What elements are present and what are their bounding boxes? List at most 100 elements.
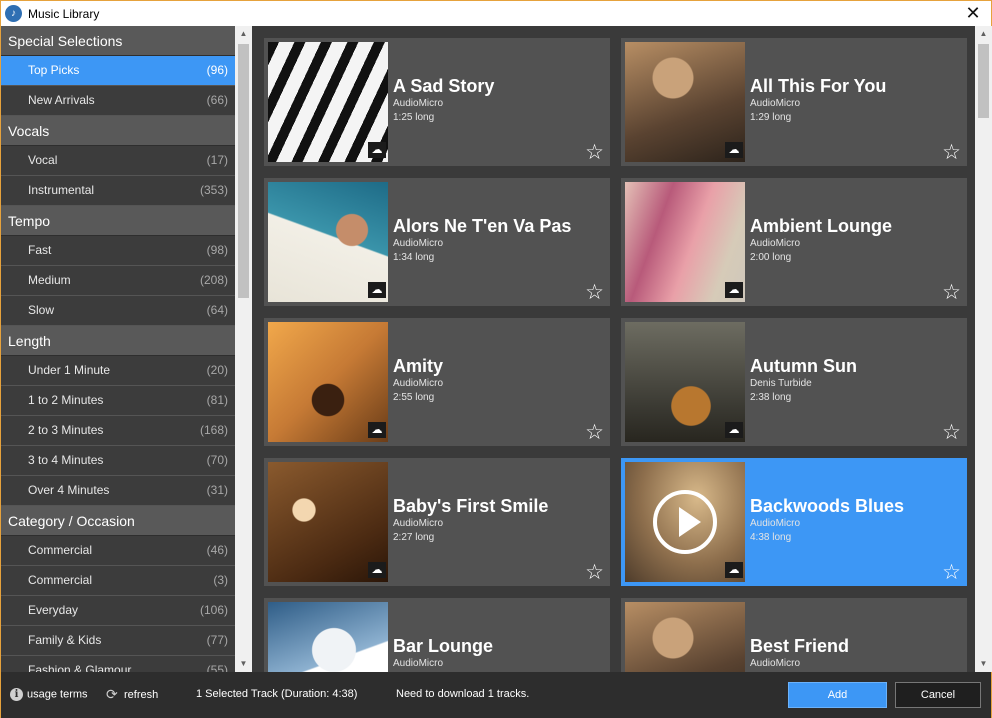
favorite-star-icon[interactable]: ☆ [585,282,604,304]
sidebar-item[interactable]: Everyday (106) [1,596,235,626]
refresh-icon: ⟳ [106,686,118,702]
usage-terms-link[interactable]: i usage terms [10,688,88,701]
sidebar-item[interactable]: Top Picks (96) [1,56,235,86]
favorite-star-icon[interactable]: ☆ [942,562,961,584]
sidebar-item[interactable]: Family & Kids (77) [1,626,235,656]
footer-bar: i usage terms ⟳ refresh 1 Selected Track (… [1,672,991,718]
sidebar-item[interactable]: 3 to 4 Minutes (70) [1,446,235,476]
play-icon[interactable] [653,490,717,554]
usage-terms-label: usage terms [27,688,88,701]
sidebar-item-label: Top Picks [28,63,80,77]
track-length: 2:27 long [393,532,435,543]
track-title: Ambient Lounge [750,216,892,236]
refresh-link[interactable]: ⟳ refresh [106,686,159,702]
category-sidebar: Special Selections Top Picks (96) New Arriv… [1,26,235,672]
favorite-star-icon[interactable]: ☆ [585,562,604,584]
track-card[interactable]: ☁ Backwoods Blues AudioMicro 4:38 long ☆ [621,458,967,586]
track-length: 1:34 long [393,252,435,263]
sidebar-item[interactable]: Vocal (17) [1,146,235,176]
cloud-download-icon: ☁ [725,142,743,158]
sidebar-item[interactable]: Under 1 Minute (20) [1,356,235,386]
scroll-down-arrow-icon[interactable]: ▼ [235,656,252,672]
track-card[interactable]: ☁Bar LoungeAudioMicro☆ [264,598,610,672]
track-grid: ☁ A Sad Story AudioMicro 1:25 long ☆ ☁ All Thi… [252,26,975,672]
track-artist: Denis Turbide [750,378,812,389]
sidebar-item[interactable]: New Arrivals (66) [1,86,235,116]
track-artist: AudioMicro [750,98,801,109]
title-bar: ♪ Music Library ✕ [1,1,991,26]
sidebar-item[interactable]: Instrumental (353) [1,176,235,206]
track-artist: AudioMicro [393,238,444,249]
sidebar-item-label: Commercial [28,543,93,557]
sidebar-item[interactable]: Fast (98) [1,236,235,266]
sidebar-item[interactable]: Over 4 Minutes (31) [1,476,235,506]
sidebar-item[interactable]: Fashion & Glamour (55) [1,656,235,672]
track-artist: AudioMicro [750,658,801,669]
add-button[interactable]: Add [788,682,887,708]
sidebar-item[interactable]: 2 to 3 Minutes (168) [1,416,235,446]
sidebar-item-count: (64) [206,303,228,317]
sidebar-item-label: Slow [28,303,55,317]
sidebar-item-label: 1 to 2 Minutes [28,393,104,407]
sidebar-item-count: (20) [206,363,228,377]
track-grid-scroll-thumb[interactable] [978,44,989,118]
cloud-download-icon: ☁ [725,562,743,578]
cancel-button[interactable]: Cancel [895,682,981,708]
track-card[interactable]: ☁ All This For You AudioMicro 1:29 long ☆ [621,38,967,166]
sidebar-item[interactable]: Commercial (46) [1,536,235,566]
sidebar-scrollbar[interactable]: ▲ ▼ [235,26,252,672]
track-length: 4:38 long [750,532,792,543]
favorite-star-icon[interactable]: ☆ [942,142,961,164]
scroll-up-arrow-icon[interactable]: ▲ [235,26,252,42]
sidebar-item-label: New Arrivals [28,93,95,107]
sidebar-item[interactable]: Slow (64) [1,296,235,326]
scroll-down-arrow-icon[interactable]: ▼ [975,656,992,672]
track-title: Autumn Sun [750,356,857,376]
track-artist: AudioMicro [750,518,801,529]
track-grid-scrollbar[interactable]: ▲ ▼ [975,26,992,672]
music-library-window: ♪ Music Library ✕ Special Selections Top … [0,0,992,718]
track-title: A Sad Story [393,76,495,96]
track-card[interactable]: ☁ Baby's First Smile AudioMicro 2:27 long ☆ [264,458,610,586]
sidebar-item-label: 3 to 4 Minutes [28,453,104,467]
track-artist: AudioMicro [750,238,801,249]
scroll-up-arrow-icon[interactable]: ▲ [975,26,992,42]
track-card[interactable]: ☁ Autumn Sun Denis Turbide 2:38 long ☆ [621,318,967,446]
track-title: Baby's First Smile [393,496,549,516]
album-art [625,602,745,672]
track-length: 2:55 long [393,392,435,403]
sidebar-item[interactable]: Medium (208) [1,266,235,296]
track-title: Best Friend [750,636,850,656]
track-card[interactable]: ☁ Ambient Lounge AudioMicro 2:00 long ☆ [621,178,967,306]
favorite-star-icon[interactable]: ☆ [942,422,961,444]
sidebar-item-label: Fashion & Glamour [28,663,132,672]
sidebar-item-count: (168) [199,423,228,437]
track-card[interactable]: ☁Best FriendAudioMicro☆ [621,598,967,672]
sidebar-item-count: (17) [206,153,228,167]
cloud-download-icon: ☁ [368,142,386,158]
sidebar-item-count: (81) [206,393,228,407]
sidebar-item-label: Vocal [28,153,58,167]
window-title: Music Library [28,6,100,21]
sidebar-item-label: Fast [28,243,52,257]
sidebar-item[interactable]: 1 to 2 Minutes (81) [1,386,235,416]
track-card[interactable]: ☁ A Sad Story AudioMicro 1:25 long ☆ [264,38,610,166]
favorite-star-icon[interactable]: ☆ [585,142,604,164]
sidebar-item-label: Over 4 Minutes [28,483,110,497]
sidebar-section-header: Length [1,326,235,356]
track-length: 1:29 long [750,112,792,123]
favorite-star-icon[interactable]: ☆ [585,422,604,444]
track-artist: AudioMicro [393,518,444,529]
sidebar-item-count: (46) [206,543,228,557]
close-icon[interactable]: ✕ [963,3,983,23]
sidebar-item-label: Family & Kids [28,633,102,647]
cloud-download-icon: ☁ [725,422,743,438]
sidebar-item-count: (70) [206,453,228,467]
track-length: 1:25 long [393,112,435,123]
track-card[interactable]: ☁ Alors Ne T'en Va Pas AudioMicro 1:34 long… [264,178,610,306]
favorite-star-icon[interactable]: ☆ [942,282,961,304]
sidebar-item[interactable]: Commercial (3) [1,566,235,596]
track-card[interactable]: ☁ Amity AudioMicro 2:55 long ☆ [264,318,610,446]
refresh-label: refresh [124,688,159,701]
sidebar-scroll-thumb[interactable] [238,44,249,298]
